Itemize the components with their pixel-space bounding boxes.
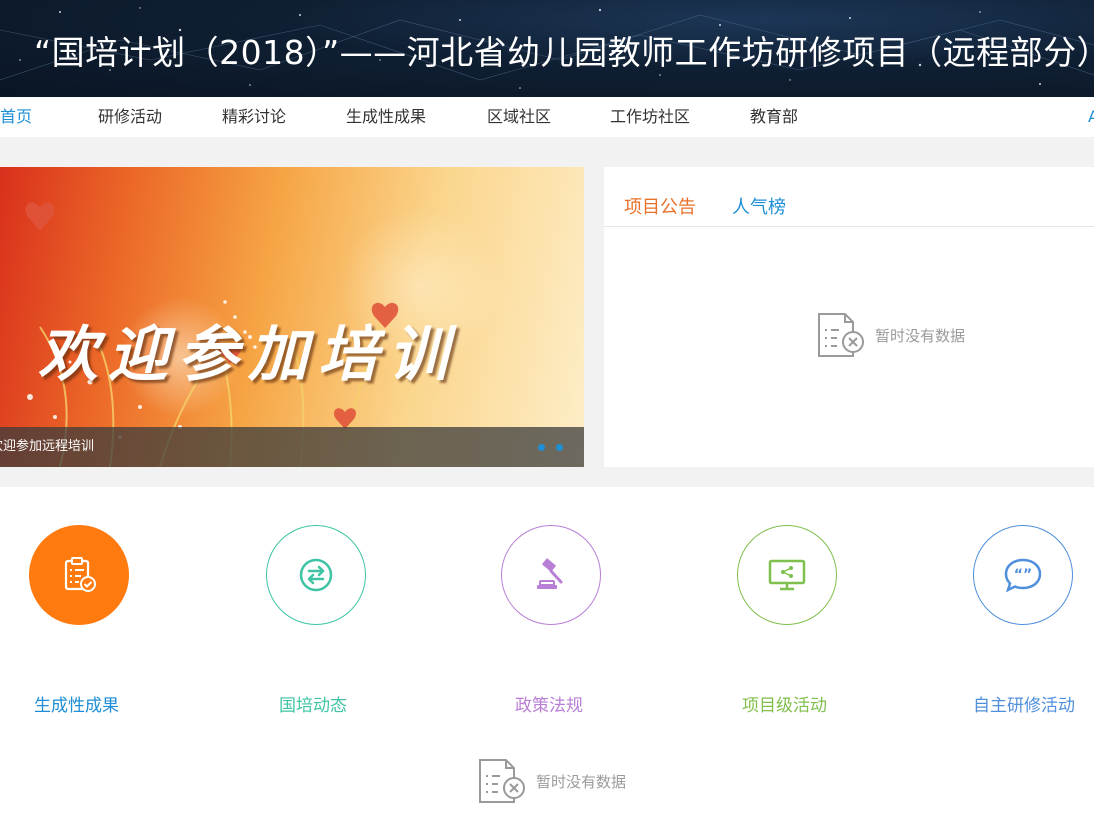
page-title: “国培计划（2018）”——河北省幼儿园教师工作坊研修项目（远程部分） [34, 33, 1094, 72]
empty-state: 暂时没有数据 [815, 312, 985, 362]
no-data-icon [479, 759, 525, 803]
quick-link-label[interactable]: 生成性成果 [34, 691, 119, 716]
quick-link-label[interactable]: 国培动态 [279, 691, 347, 716]
carousel-dot-1[interactable] [538, 444, 545, 451]
carousel-dot-2[interactable] [556, 444, 563, 451]
notice-panel: 项目公告 人气榜 暂时没有数据 [604, 167, 1094, 467]
no-data-icon [818, 313, 864, 357]
monitor-share-icon [768, 559, 806, 591]
quick-link-circle[interactable] [737, 525, 837, 625]
nav-item-cutoff[interactable]: A [1088, 97, 1094, 137]
nav-item-outcomes[interactable]: 生成性成果 [346, 97, 426, 137]
panel-divider [604, 226, 1094, 227]
clipboard-check-icon [64, 557, 96, 592]
nav-item-region-community[interactable]: 区域社区 [487, 97, 551, 137]
banner-slogan: 欢迎参加培训 [38, 320, 458, 390]
quick-link-circle[interactable] [29, 525, 129, 625]
empty-state-text: 暂时没有数据 [875, 327, 966, 345]
nav-item-home[interactable]: 项目首页 [0, 97, 32, 137]
tab-popularity-ranking[interactable]: 人气榜 [732, 193, 786, 219]
nav-item-discussions[interactable]: 精彩讨论 [222, 97, 286, 137]
quick-link-circle[interactable] [501, 525, 601, 625]
tab-project-notice[interactable]: 项目公告 [624, 193, 696, 219]
nav-item-activities[interactable]: 研修活动 [98, 97, 162, 137]
lower-empty-state: 暂时没有数据 [476, 758, 646, 808]
main-nav: 项目首页 研修活动 精彩讨论 生成性成果 区域社区 工作坊社区 教育部 A [0, 97, 1094, 137]
exchange-arrows-icon [299, 558, 333, 592]
svg-text:“”: “” [1014, 567, 1032, 583]
quick-link-label[interactable]: 政策法规 [515, 691, 583, 716]
empty-state-text: 暂时没有数据 [536, 773, 627, 791]
quick-links-section: 生成性成果 国培动态 政策法规 项目级活动 “” 自主研修活动 暂时没有数据 [0, 487, 1094, 814]
chat-bubble-icon: “” [1004, 558, 1042, 593]
gavel-icon [537, 558, 563, 589]
quick-link-circle[interactable]: “” [973, 525, 1073, 625]
banner-carousel[interactable]: 欢迎参加培训 欢迎参加远程培训 [0, 167, 584, 467]
site-header: “国培计划（2018）”——河北省幼儿园教师工作坊研修项目（远程部分） [0, 0, 1094, 97]
nav-item-ministry[interactable]: 教育部 [750, 97, 798, 137]
quick-link-label[interactable]: 自主研修活动 [973, 691, 1075, 716]
quick-link-label[interactable]: 项目级活动 [742, 691, 827, 716]
banner-caption[interactable]: 欢迎参加远程培训 [0, 427, 94, 467]
banner-caption-bar: 欢迎参加远程培训 [0, 427, 584, 467]
nav-item-workshop-community[interactable]: 工作坊社区 [610, 97, 690, 137]
quick-link-circle[interactable] [266, 525, 366, 625]
